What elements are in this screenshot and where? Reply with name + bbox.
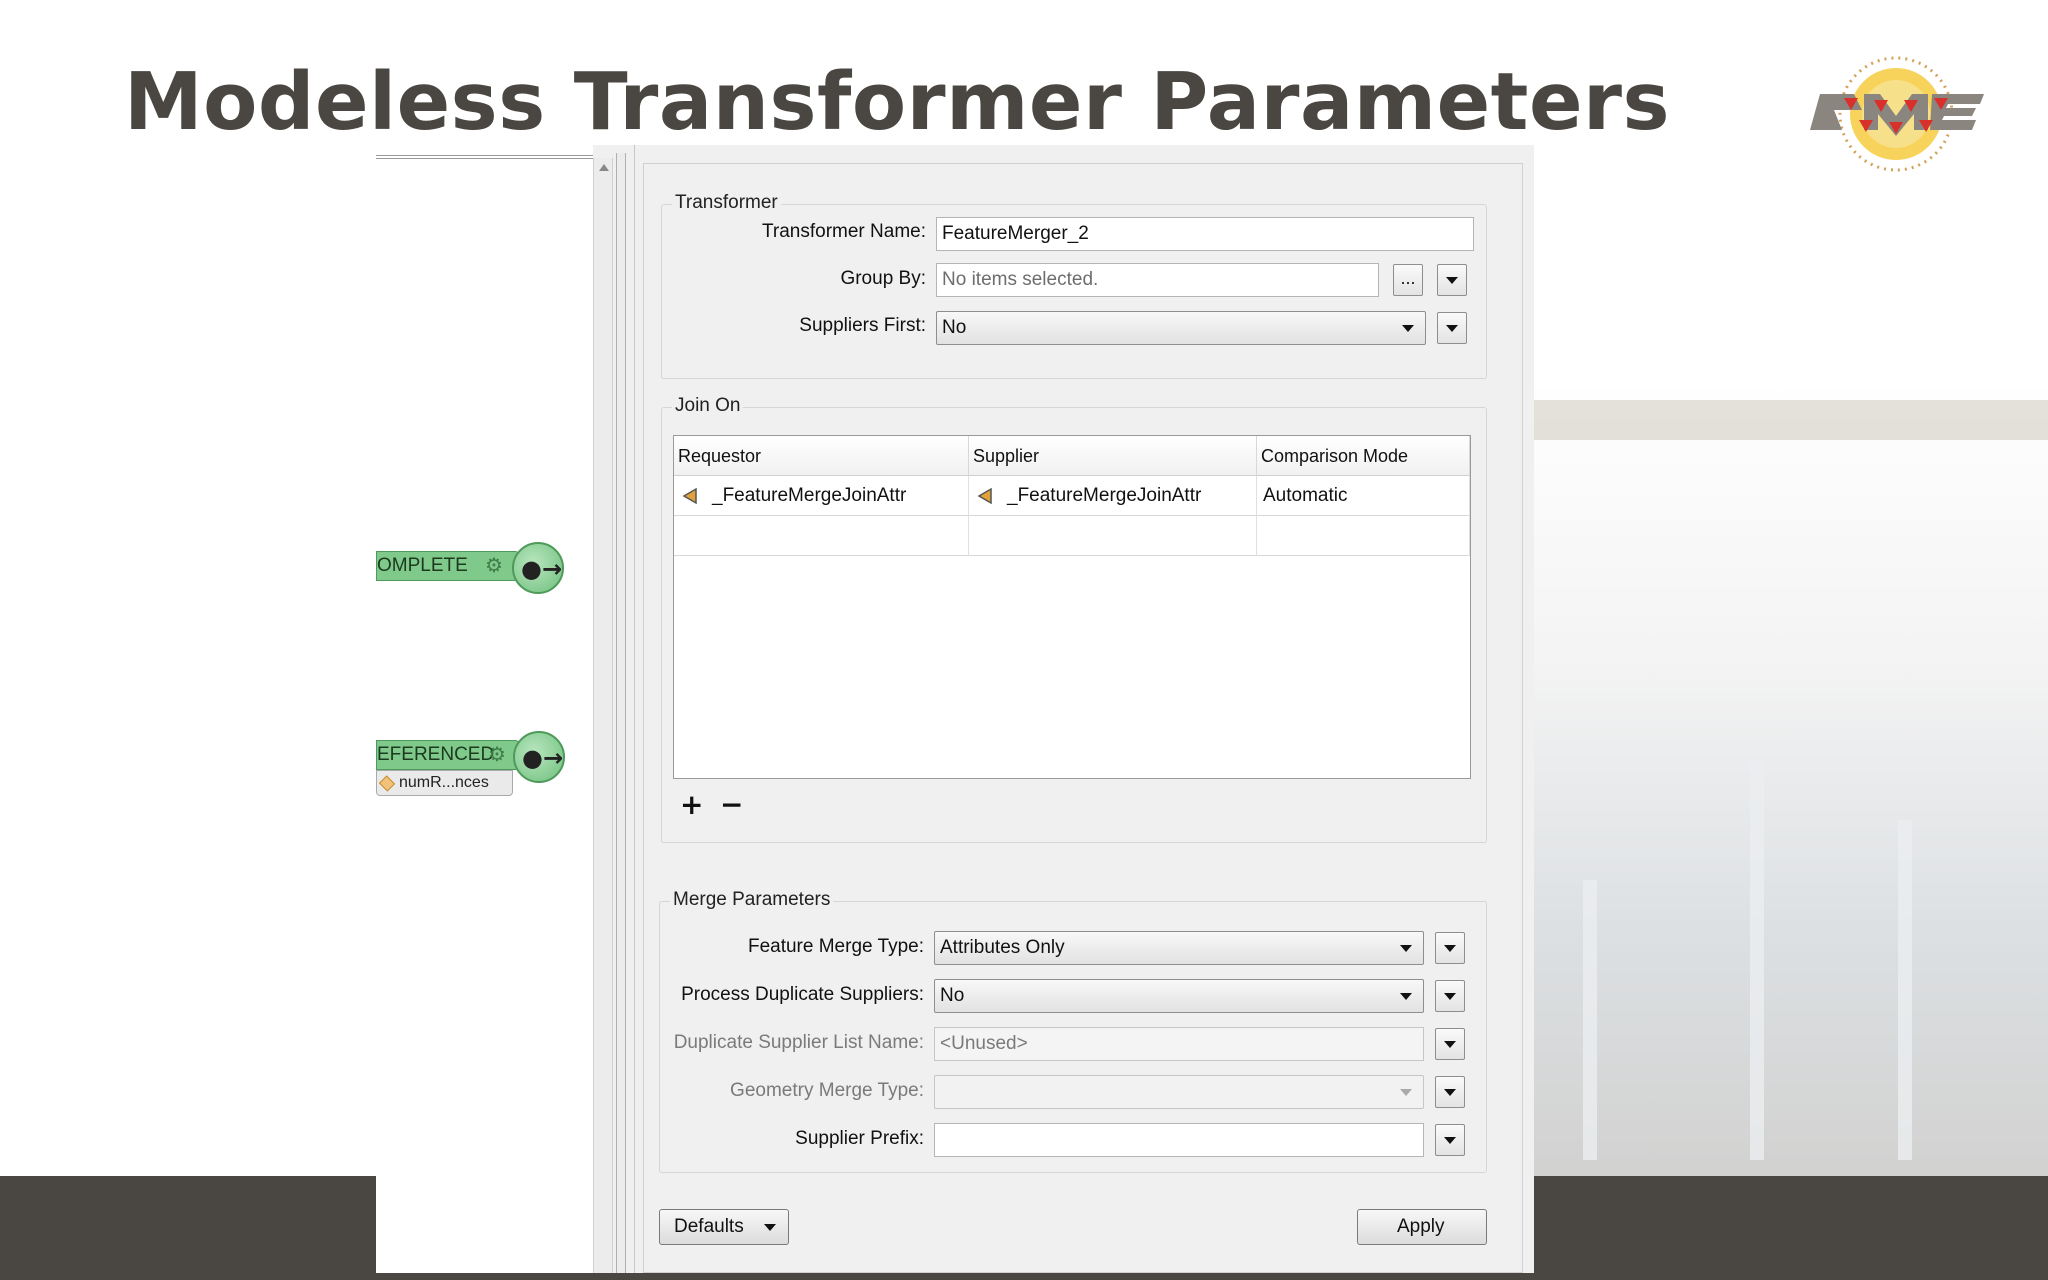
suppliers-first-label: Suppliers First:	[799, 315, 926, 336]
duplicate-supplier-list-name-label: Duplicate Supplier List Name:	[673, 1032, 924, 1053]
chevron-down-icon	[1444, 945, 1456, 952]
group-legend: Merge Parameters	[670, 889, 834, 911]
fme-logo	[1804, 50, 1994, 176]
requestor-value: _FeatureMergeJoinAttr	[712, 485, 907, 506]
port-label: OMPLETE	[377, 555, 468, 576]
apply-button[interactable]: Apply	[1357, 1209, 1487, 1245]
process-duplicate-suppliers-label: Process Duplicate Suppliers:	[681, 984, 924, 1005]
output-port-referenced[interactable]: EFERENCED ⚙	[376, 740, 521, 770]
column-header-comparison-mode[interactable]: Comparison Mode	[1257, 436, 1470, 476]
fme-workbench-screenshot: OMPLETE ⚙ ●→ EFERENCED ⚙ ●→ numR...nces …	[376, 145, 1534, 1273]
chevron-down-icon	[1444, 1137, 1456, 1144]
background-pillar	[1750, 760, 1764, 1160]
add-row-button[interactable]: +	[680, 791, 703, 819]
canvas-divider	[376, 155, 593, 159]
gear-icon[interactable]: ⚙	[485, 555, 503, 577]
column-header-requestor[interactable]: Requestor	[674, 436, 969, 476]
attribute-tag-icon	[378, 775, 396, 792]
table-cell-empty[interactable]	[674, 516, 969, 556]
workspace-canvas[interactable]: OMPLETE ⚙ ●→ EFERENCED ⚙ ●→ numR...nces	[376, 145, 593, 1273]
chevron-down-icon	[1400, 945, 1412, 952]
table-cell-empty[interactable]	[1257, 516, 1470, 556]
group-by-browse-button[interactable]: ...	[1393, 264, 1423, 296]
arrow-right-icon: ●→	[522, 744, 564, 772]
defaults-button[interactable]: Defaults	[659, 1209, 789, 1245]
pane-splitter[interactable]	[616, 153, 626, 1273]
transformer-name-field[interactable]: FeatureMerger_2	[936, 217, 1474, 251]
output-connector-complete[interactable]: ●→	[512, 542, 564, 594]
geometry-merge-type-menu-button[interactable]	[1435, 1076, 1465, 1108]
group-by-label: Group By:	[840, 268, 926, 289]
supplier-prefix-field[interactable]	[934, 1123, 1424, 1157]
feature-merge-type-select[interactable]: Attributes Only	[934, 931, 1424, 965]
process-duplicate-suppliers-value: No	[940, 985, 965, 1006]
background-pillar	[1583, 880, 1597, 1160]
gear-icon[interactable]: ⚙	[488, 744, 506, 766]
chevron-down-icon	[1400, 993, 1412, 1000]
output-port-complete[interactable]: OMPLETE ⚙	[376, 551, 521, 581]
duplicate-supplier-list-name-field[interactable]: <Unused>	[934, 1027, 1424, 1061]
attribute-chip-label: numR...nces	[399, 774, 489, 791]
output-connector-referenced[interactable]: ●→	[513, 731, 565, 783]
group-legend: Join On	[672, 395, 744, 417]
group-by-field[interactable]: No items selected.	[936, 263, 1379, 297]
feature-merge-type-menu-button[interactable]	[1435, 932, 1465, 964]
attribute-chip[interactable]: numR...nces	[376, 770, 513, 796]
suppliers-first-select[interactable]: No	[936, 311, 1426, 345]
background-pillar	[1898, 820, 1912, 1160]
chevron-down-icon	[764, 1224, 776, 1231]
background-beam	[1533, 400, 2048, 440]
duplicate-supplier-list-menu-button[interactable]	[1435, 1028, 1465, 1060]
attribute-icon	[977, 486, 997, 506]
table-cell-supplier[interactable]: _FeatureMergeJoinAttr	[969, 476, 1257, 516]
supplier-value: _FeatureMergeJoinAttr	[1007, 485, 1202, 506]
feature-merge-type-label: Feature Merge Type:	[747, 936, 924, 957]
geometry-merge-type-select[interactable]	[934, 1075, 1424, 1109]
table-cell-empty[interactable]	[969, 516, 1257, 556]
group-legend: Transformer	[672, 192, 781, 214]
canvas-vertical-scrollbar[interactable]	[593, 158, 613, 1273]
suppliers-first-value: No	[942, 317, 967, 338]
parameters-panel: Transformer Transformer Name: FeatureMer…	[634, 145, 1534, 1273]
slide-title: Modeless Transformer Parameters	[124, 56, 1671, 148]
table-cell-requestor[interactable]: _FeatureMergeJoinAttr	[674, 476, 969, 516]
chevron-down-icon	[1400, 1089, 1412, 1096]
suppliers-first-menu-button[interactable]	[1437, 312, 1467, 344]
parameters-panel-body: Transformer Transformer Name: FeatureMer…	[643, 163, 1523, 1273]
transformer-name-label: Transformer Name:	[762, 221, 926, 242]
background-photo	[1533, 380, 2048, 1176]
chevron-down-icon	[1444, 1089, 1456, 1096]
remove-row-button[interactable]: −	[720, 791, 743, 819]
attribute-icon	[682, 486, 702, 506]
defaults-button-label: Defaults	[674, 1216, 744, 1237]
supplier-prefix-menu-button[interactable]	[1435, 1124, 1465, 1156]
arrow-right-icon: ●→	[521, 555, 563, 583]
chevron-down-icon	[1446, 325, 1458, 332]
process-duplicate-suppliers-select[interactable]: No	[934, 979, 1424, 1013]
scroll-up-arrow-icon[interactable]	[599, 164, 609, 171]
chevron-down-icon	[1446, 277, 1458, 284]
chevron-down-icon	[1444, 1041, 1456, 1048]
column-header-supplier[interactable]: Supplier	[969, 436, 1257, 476]
group-by-menu-button[interactable]	[1437, 264, 1467, 296]
apply-button-label: Apply	[1397, 1216, 1445, 1237]
chevron-down-icon	[1444, 993, 1456, 1000]
chevron-down-icon	[1402, 325, 1414, 332]
port-label: EFERENCED	[377, 744, 495, 765]
feature-merge-type-value: Attributes Only	[940, 937, 1065, 958]
table-cell-comparison-mode[interactable]: Automatic	[1257, 476, 1470, 516]
process-duplicate-suppliers-menu-button[interactable]	[1435, 980, 1465, 1012]
join-on-table[interactable]: Requestor Supplier Comparison Mode _Feat…	[673, 435, 1471, 779]
geometry-merge-type-label: Geometry Merge Type:	[730, 1080, 924, 1101]
supplier-prefix-label: Supplier Prefix:	[795, 1128, 924, 1149]
